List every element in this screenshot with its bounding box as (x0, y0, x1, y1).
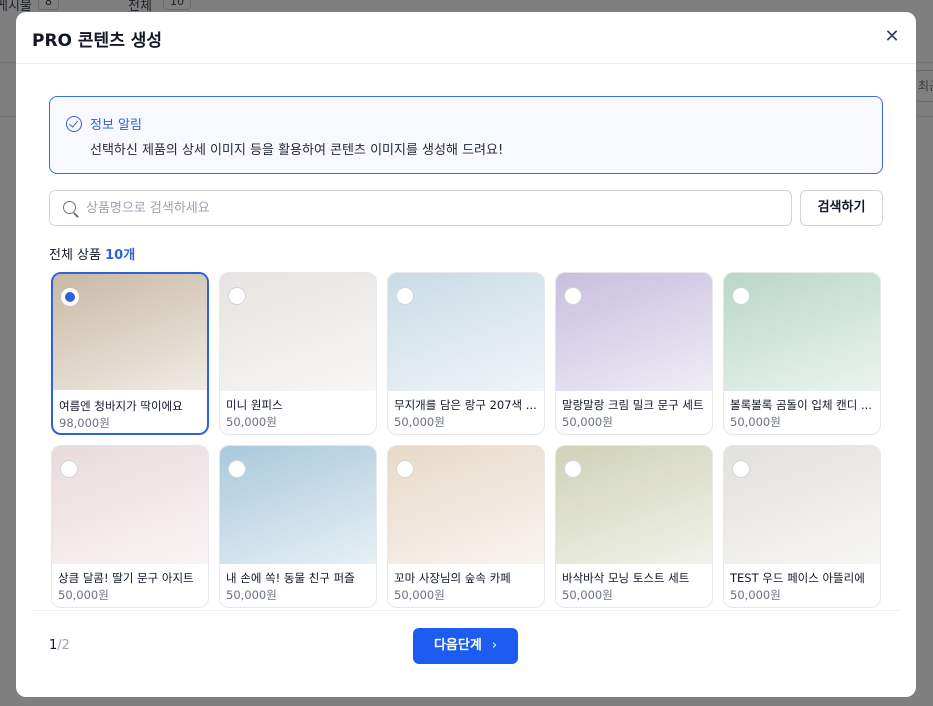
product-price: 50,000원 (58, 588, 109, 602)
product-grid: 여름엔 청바지가 딱이에요 98,000원 미니 원피스 50,000원 무지개를 담은… (51, 272, 883, 610)
product-card[interactable]: 꼬마 사장님의 숲속 카페 50,000원 (387, 445, 545, 608)
search-icon (63, 201, 76, 214)
product-card[interactable]: 말랑말랑 크림 밀크 문구 세트 50,000원 (555, 272, 713, 435)
product-radio[interactable] (396, 460, 414, 478)
product-name: 볼록볼록 곰돌이 입체 캔디 ... (730, 398, 872, 412)
product-name: 무지개를 담은 랑구 207색 ... (394, 398, 537, 412)
check-circle-icon (66, 115, 82, 132)
pro-content-modal: PRO 콘텐츠 생성 ✕ 정보 알림 선택하신 제품의 상세 이미지 등을 활용… (16, 12, 916, 697)
search-button[interactable]: 검색하기 (800, 190, 883, 226)
product-card[interactable]: 바삭바삭 모닝 토스트 세트 50,000원 (555, 445, 713, 608)
product-price: 50,000원 (226, 415, 277, 429)
product-name: TEST 우드 페이스 아뜰리에 (730, 571, 865, 585)
next-step-button[interactable]: 다음단계 › (413, 628, 518, 664)
close-icon[interactable]: ✕ (880, 26, 904, 50)
product-name: 꼬마 사장님의 숲속 카페 (394, 571, 511, 585)
product-card[interactable]: 미니 원피스 50,000원 (219, 272, 377, 435)
product-price: 50,000원 (562, 588, 613, 602)
product-radio[interactable] (61, 288, 79, 306)
product-price: 50,000원 (226, 588, 277, 602)
product-price: 50,000원 (562, 415, 613, 429)
product-name: 말랑말랑 크림 밀크 문구 세트 (562, 398, 704, 412)
product-radio[interactable] (732, 287, 750, 305)
product-card[interactable]: 무지개를 담은 랑구 207색 ... 50,000원 (387, 272, 545, 435)
footer-divider (32, 610, 900, 611)
product-count-value: 10개 (105, 248, 136, 263)
product-name: 내 손에 쏙! 동물 친구 퍼즐 (226, 571, 355, 585)
page-indicator: 1/2 (49, 638, 70, 653)
next-step-label: 다음단계 (433, 638, 482, 653)
product-name: 바삭바삭 모닝 토스트 세트 (562, 571, 690, 585)
info-notice: 정보 알림 선택하신 제품의 상세 이미지 등을 활용하여 콘텐츠 이미지를 생… (49, 96, 883, 174)
product-price: 50,000원 (730, 415, 781, 429)
product-price: 98,000원 (59, 416, 110, 430)
product-card[interactable]: 볼록볼록 곰돌이 입체 캔디 ... 50,000원 (723, 272, 881, 435)
search-box (49, 190, 792, 226)
product-card[interactable]: 여름엔 청바지가 딱이에요 98,000원 (51, 272, 209, 435)
search-input[interactable] (86, 191, 776, 225)
notice-title: 정보 알림 (90, 118, 142, 133)
product-price: 50,000원 (730, 588, 781, 602)
product-name: 상큼 달콤! 딸기 문구 아지트 (58, 571, 194, 585)
product-card[interactable]: 내 손에 쏙! 동물 친구 퍼즐 50,000원 (219, 445, 377, 608)
product-count: 전체 상품 10개 (49, 244, 135, 263)
product-name: 여름엔 청바지가 딱이에요 (59, 399, 183, 413)
product-price: 50,000원 (394, 588, 445, 602)
product-radio[interactable] (396, 287, 414, 305)
product-card[interactable]: 상큼 달콤! 딸기 문구 아지트 50,000원 (51, 445, 209, 608)
product-radio[interactable] (564, 460, 582, 478)
product-name: 미니 원피스 (226, 398, 283, 412)
product-radio[interactable] (732, 460, 750, 478)
product-radio[interactable] (228, 287, 246, 305)
chevron-right-icon: › (491, 638, 498, 653)
notice-header: 정보 알림 (66, 114, 142, 133)
notice-text: 선택하신 제품의 상세 이미지 등을 활용하여 콘텐츠 이미지를 생성해 드려요… (90, 143, 504, 158)
page-total: 2 (61, 638, 70, 653)
product-count-label: 전체 상품 (49, 248, 101, 263)
product-price: 50,000원 (394, 415, 445, 429)
product-card[interactable]: TEST 우드 페이스 아뜰리에 50,000원 (723, 445, 881, 608)
modal-header: PRO 콘텐츠 생성 ✕ (16, 12, 916, 64)
modal-title: PRO 콘텐츠 생성 (32, 31, 163, 51)
product-radio[interactable] (60, 460, 78, 478)
product-radio[interactable] (228, 460, 246, 478)
product-radio[interactable] (564, 287, 582, 305)
